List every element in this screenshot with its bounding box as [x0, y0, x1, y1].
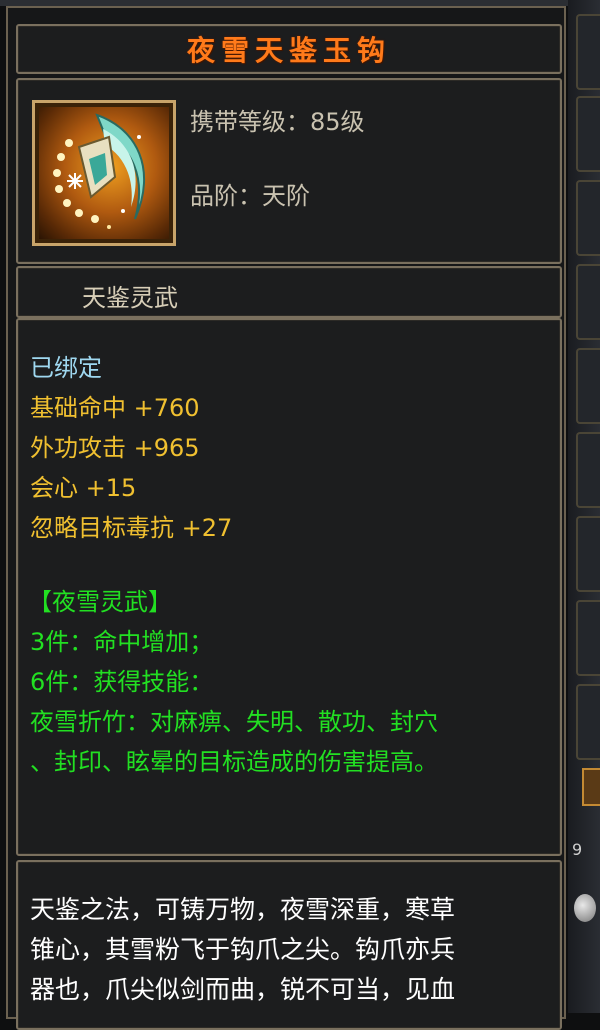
background-slot[interactable] — [576, 516, 600, 592]
background-slot[interactable] — [576, 432, 600, 508]
item-subname-section: 天鉴灵武 — [16, 266, 562, 318]
background-slot[interactable] — [576, 600, 600, 676]
jade-hook-weapon-icon — [39, 107, 169, 239]
jade-hook-weapon-icon-graphic — [53, 113, 145, 229]
set-bonus-line: 、封印、眩晕的目标造成的伤害提高。 — [30, 748, 438, 776]
stat-line: 外功攻击 +965 — [30, 434, 200, 462]
background-slot[interactable] — [576, 180, 600, 256]
background-slot[interactable] — [576, 684, 600, 760]
item-icon-frame — [32, 100, 176, 246]
background-button[interactable] — [582, 768, 600, 806]
background-slot[interactable] — [576, 348, 600, 424]
set-bonus-line: 夜雪折竹：对麻痹、失明、散功、封穴 — [30, 708, 438, 736]
item-name: 夜雪天鉴玉钩 — [186, 34, 391, 67]
item-tooltip: 夜雪天鉴玉钩 携带等级：85级 品阶：天阶 天鉴灵武 已绑定 基础命中 +760… — [6, 6, 566, 1030]
description-line: 锥心，其雪粉飞于钩爪之尖。钩爪亦兵 — [30, 935, 456, 964]
stat-line: 会心 +15 — [30, 474, 137, 502]
set-bonus-line: 3件：命中增加； — [30, 628, 214, 656]
set-name: 【夜雪灵武】 — [28, 588, 172, 616]
background-slot[interactable] — [576, 96, 600, 172]
bound-status: 已绑定 — [30, 354, 102, 382]
description-line: 天鉴之法，可铸万物，夜雪深重，寒草 — [30, 895, 456, 924]
item-title-bar: 夜雪天鉴玉钩 — [16, 24, 562, 74]
grade-text: 品阶：天阶 — [190, 182, 310, 210]
item-subname: 天鉴灵武 — [82, 284, 178, 312]
description-line: 器也，爪尖似剑而曲，锐不可当，见血 — [30, 975, 456, 1004]
background-slot[interactable] — [576, 264, 600, 340]
carry-level-text: 携带等级：85级 — [190, 108, 365, 136]
background-slot[interactable] — [576, 14, 600, 90]
item-stats-section: 已绑定 基础命中 +760 外功攻击 +965 会心 +15 忽略目标毒抗 +2… — [16, 318, 562, 856]
item-info-section: 携带等级：85级 品阶：天阶 — [16, 78, 562, 264]
item-description-section: 天鉴之法，可铸万物，夜雪深重，寒草 锥心，其雪粉飞于钩爪之尖。钩爪亦兵 器也，爪… — [16, 860, 562, 1030]
background-partial-text: 9 — [572, 840, 583, 859]
stat-line: 忽略目标毒抗 +27 — [30, 514, 233, 542]
coin-icon — [574, 894, 596, 922]
stat-line: 基础命中 +760 — [30, 394, 200, 422]
set-bonus-line: 6件：获得技能： — [30, 668, 214, 696]
